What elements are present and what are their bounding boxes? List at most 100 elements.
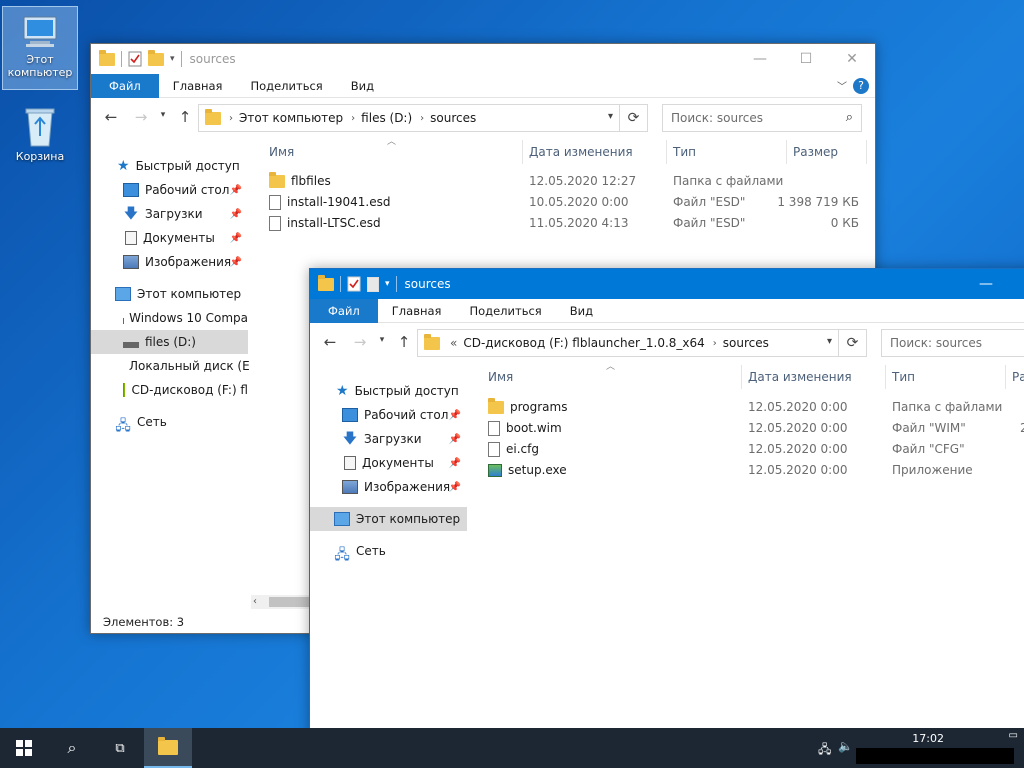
nav-item-network[interactable]: 🖧 Сеть bbox=[310, 539, 467, 563]
maximize-button[interactable]: ☐ bbox=[1009, 269, 1024, 299]
help-icon[interactable]: ? bbox=[853, 78, 869, 94]
desktop-icon-recycle-bin[interactable]: Корзина bbox=[2, 104, 78, 174]
pin-icon[interactable]: 📌 bbox=[449, 458, 461, 469]
minimize-button[interactable]: — bbox=[963, 269, 1009, 299]
expand-ribbon-icon[interactable]: ﹀ bbox=[837, 78, 847, 93]
task-view-button[interactable]: ⧉ bbox=[96, 728, 144, 768]
file-row[interactable]: setup.exe 12.05.2020 0:00 Приложение bbox=[488, 460, 1024, 481]
search-input[interactable]: Поиск: sources bbox=[881, 329, 1024, 357]
pin-icon[interactable]: 📌 bbox=[449, 482, 461, 493]
pin-icon[interactable]: 📌 bbox=[230, 257, 242, 268]
breadcrumb-item[interactable]: sources bbox=[723, 336, 769, 350]
title-bar[interactable]: ▾ sources — ☐ bbox=[310, 269, 1024, 299]
chevron-right-icon[interactable]: › bbox=[420, 113, 424, 124]
forward-button[interactable]: → bbox=[129, 108, 153, 126]
address-bar[interactable]: « CD-дисковод (F:) flblauncher_1.0.8_x64… bbox=[417, 329, 867, 357]
minimize-button[interactable]: — bbox=[737, 44, 783, 74]
refresh-button[interactable]: ⟳ bbox=[838, 330, 866, 356]
file-row[interactable]: install-LTSC.esd 11.05.2020 4:13 Файл "E… bbox=[269, 213, 869, 234]
nav-item-documents[interactable]: Документы 📌 bbox=[91, 226, 248, 250]
tab-file[interactable]: Файл bbox=[310, 298, 378, 323]
network-icon[interactable]: 🖧 bbox=[818, 740, 831, 761]
pin-icon[interactable]: 📌 bbox=[230, 185, 242, 196]
up-button[interactable]: ↑ bbox=[392, 333, 416, 351]
file-row[interactable]: ei.cfg 12.05.2020 0:00 Файл "CFG" bbox=[488, 439, 1024, 460]
column-header-size[interactable]: Ра bbox=[1006, 365, 1024, 389]
start-button[interactable] bbox=[0, 728, 48, 768]
back-button[interactable]: ← bbox=[318, 333, 342, 351]
column-header-name[interactable]: Имя bbox=[263, 140, 523, 164]
nav-item-pictures[interactable]: Изображения 📌 bbox=[91, 250, 248, 274]
chevron-down-icon[interactable]: ▾ bbox=[608, 111, 613, 122]
nav-item-drive-f[interactable]: CD-дисковод (F:) fl bbox=[91, 378, 248, 402]
tab-home[interactable]: Главная bbox=[378, 299, 456, 323]
properties-icon[interactable] bbox=[347, 276, 361, 292]
nav-item-quick-access[interactable]: ★ Быстрый доступ bbox=[310, 379, 467, 403]
address-bar[interactable]: › Этот компьютер › files (D:) › sources … bbox=[198, 104, 648, 132]
tab-share[interactable]: Поделиться bbox=[455, 299, 555, 323]
file-row[interactable]: install-19041.esd 10.05.2020 0:00 Файл "… bbox=[269, 192, 869, 213]
forward-button[interactable]: → bbox=[348, 333, 372, 351]
file-row[interactable]: programs 12.05.2020 0:00 Папка с файлами bbox=[488, 397, 1024, 418]
nav-item-drive-d[interactable]: files (D:) bbox=[91, 330, 248, 354]
chevron-right-icon[interactable]: › bbox=[351, 113, 355, 124]
desktop-icon-this-pc[interactable]: Этот компьютер bbox=[2, 6, 78, 90]
customize-qat-icon[interactable]: ▾ bbox=[385, 279, 390, 289]
recent-locations-icon[interactable]: ▾ bbox=[151, 110, 175, 120]
nav-item-network[interactable]: 🖧 Сеть bbox=[91, 410, 248, 434]
nav-item-this-pc[interactable]: Этот компьютер bbox=[91, 282, 248, 306]
tab-view[interactable]: Вид bbox=[556, 299, 607, 323]
up-button[interactable]: ↑ bbox=[173, 108, 197, 126]
customize-qat-icon[interactable]: ▾ bbox=[170, 54, 175, 64]
notifications-icon[interactable]: ▭ bbox=[1009, 730, 1018, 741]
pin-icon[interactable]: 📌 bbox=[449, 410, 461, 421]
breadcrumb-overflow[interactable]: « bbox=[450, 336, 457, 350]
column-header-size[interactable]: Размер bbox=[787, 140, 867, 164]
close-button[interactable]: ✕ bbox=[829, 44, 875, 74]
chevron-right-icon[interactable]: › bbox=[713, 338, 717, 349]
breadcrumb-item[interactable]: CD-дисковод (F:) flblauncher_1.0.8_x64 bbox=[463, 336, 704, 350]
recent-locations-icon[interactable]: ▾ bbox=[370, 335, 394, 345]
volume-icon[interactable]: 🔈 bbox=[838, 739, 853, 753]
breadcrumb-item[interactable]: Этот компьютер bbox=[239, 111, 343, 125]
maximize-button[interactable]: ☐ bbox=[783, 44, 829, 74]
clock[interactable]: 17:02 bbox=[912, 732, 944, 745]
nav-item-this-pc[interactable]: Этот компьютер bbox=[310, 507, 467, 531]
tab-share[interactable]: Поделиться bbox=[236, 74, 336, 98]
breadcrumb-item[interactable]: sources bbox=[430, 111, 476, 125]
nav-item-pictures[interactable]: Изображения 📌 bbox=[310, 475, 467, 499]
new-item-icon[interactable] bbox=[367, 276, 379, 292]
nav-item-downloads[interactable]: 🡇 Загрузки 📌 bbox=[91, 202, 248, 226]
column-header-name[interactable]: Имя bbox=[482, 365, 742, 389]
taskbar-file-explorer[interactable] bbox=[144, 728, 192, 768]
title-bar[interactable]: ▾ sources — ☐ ✕ bbox=[91, 44, 875, 74]
column-header-type[interactable]: Тип bbox=[667, 140, 787, 164]
nav-item-downloads[interactable]: 🡇 Загрузки 📌 bbox=[310, 427, 467, 451]
nav-item-documents[interactable]: Документы 📌 bbox=[310, 451, 467, 475]
tab-file[interactable]: Файл bbox=[91, 73, 159, 98]
nav-item-drive-c[interactable]: Windows 10 Compa bbox=[91, 306, 248, 330]
properties-icon[interactable] bbox=[128, 51, 142, 67]
file-row[interactable]: boot.wim 12.05.2020 0:00 Файл "WIM" 2 bbox=[488, 418, 1024, 439]
back-button[interactable]: ← bbox=[99, 108, 123, 126]
search-input[interactable]: Поиск: sources ⌕ bbox=[662, 104, 862, 132]
search-button[interactable]: ⌕ bbox=[48, 728, 96, 768]
scroll-left-icon[interactable]: ‹ bbox=[253, 595, 257, 609]
tab-view[interactable]: Вид bbox=[337, 74, 388, 98]
column-header-type[interactable]: Тип bbox=[886, 365, 1006, 389]
file-row[interactable]: flbfiles 12.05.2020 12:27 Папка с файлам… bbox=[269, 171, 869, 192]
pin-icon[interactable]: 📌 bbox=[230, 233, 242, 244]
chevron-down-icon[interactable]: ▾ bbox=[827, 336, 832, 347]
breadcrumb-item[interactable]: files (D:) bbox=[361, 111, 412, 125]
refresh-button[interactable]: ⟳ bbox=[619, 105, 647, 131]
column-header-date[interactable]: Дата изменения bbox=[742, 365, 886, 389]
nav-item-drive-e[interactable]: Локальный диск (E bbox=[91, 354, 250, 378]
new-folder-icon[interactable] bbox=[148, 49, 164, 66]
nav-item-desktop[interactable]: Рабочий стол 📌 bbox=[310, 403, 467, 427]
nav-item-desktop[interactable]: Рабочий стол 📌 bbox=[91, 178, 248, 202]
pin-icon[interactable]: 📌 bbox=[449, 434, 461, 445]
pin-icon[interactable]: 📌 bbox=[230, 209, 242, 220]
nav-item-quick-access[interactable]: ★ Быстрый доступ bbox=[91, 154, 248, 178]
tab-home[interactable]: Главная bbox=[159, 74, 237, 98]
column-header-date[interactable]: Дата изменения bbox=[523, 140, 667, 164]
